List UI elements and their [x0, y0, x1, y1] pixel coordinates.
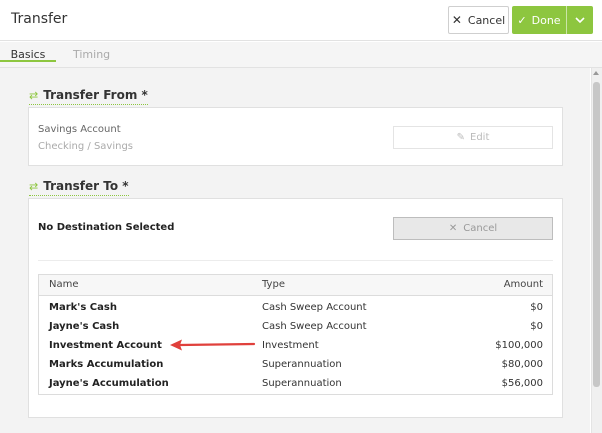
tab-timing[interactable]: Timing [73, 48, 110, 61]
cancel-button-label: Cancel [467, 13, 506, 27]
done-options-toggle[interactable] [567, 6, 593, 34]
close-icon: ✕ [448, 223, 458, 234]
transfer-from-heading: ⇄ Transfer From * [29, 88, 148, 105]
row-amount: $0 [530, 302, 543, 313]
chevron-down-icon [575, 17, 585, 23]
row-type: Cash Sweep Account [262, 321, 367, 332]
cancel-destination-label: Cancel [463, 223, 498, 234]
arrow-annotation [170, 339, 256, 351]
row-type: Superannuation [262, 378, 342, 389]
destination-accounts-table: Name Type Amount Mark's Cash Cash Sweep … [38, 274, 553, 395]
done-button-label: Done [531, 13, 561, 27]
source-account-name: Savings Account [38, 124, 121, 135]
source-account-type: Checking / Savings [38, 141, 134, 152]
row-name: Investment Account [49, 340, 162, 351]
check-icon: ✓ [517, 13, 527, 27]
divider [38, 260, 553, 261]
column-header-amount[interactable]: Amount [504, 279, 543, 290]
row-amount: $56,000 [501, 378, 543, 389]
row-type: Superannuation [262, 359, 342, 370]
table-row[interactable]: Mark's Cash Cash Sweep Account $0 [39, 298, 552, 317]
transfer-to-title: Transfer To * [43, 179, 129, 193]
row-amount: $80,000 [501, 359, 543, 370]
dialog-header: Transfer ✕ Cancel ✓ Done [0, 0, 602, 41]
tab-bar: Basics Timing [0, 42, 602, 68]
row-name: Mark's Cash [49, 302, 117, 313]
done-button-group: ✓ Done [512, 6, 593, 34]
scroll-up-arrow[interactable] [593, 71, 599, 75]
row-name: Jayne's Cash [49, 321, 120, 332]
column-header-name[interactable]: Name [49, 279, 79, 290]
row-type: Investment [262, 340, 319, 351]
cancel-button[interactable]: ✕ Cancel [448, 6, 509, 34]
tab-basics[interactable]: Basics [0, 42, 56, 62]
pencil-icon: ✎ [456, 132, 465, 143]
dialog-title: Transfer [11, 11, 68, 27]
row-type: Cash Sweep Account [262, 302, 367, 313]
row-name: Marks Accumulation [49, 359, 164, 370]
transfer-from-title: Transfer From * [43, 88, 148, 102]
transfer-icon: ⇄ [29, 179, 39, 193]
edit-source-button[interactable]: ✎ Edit [393, 126, 553, 149]
destination-status: No Destination Selected [38, 222, 175, 233]
row-name: Jayne's Accumulation [49, 378, 169, 389]
done-button[interactable]: ✓ Done [512, 6, 567, 34]
transfer-icon: ⇄ [29, 88, 39, 102]
close-icon: ✕ [451, 13, 462, 27]
column-header-type[interactable]: Type [262, 279, 285, 290]
transfer-to-heading: ⇄ Transfer To * [29, 179, 129, 196]
table-header: Name Type Amount [39, 275, 552, 296]
table-row[interactable]: Investment Account Investment $100,000 [39, 336, 552, 355]
table-row[interactable]: Jayne's Accumulation Superannuation $56,… [39, 374, 552, 393]
edit-button-label: Edit [470, 132, 490, 143]
table-row[interactable]: Marks Accumulation Superannuation $80,00… [39, 355, 552, 374]
row-amount: $0 [530, 321, 543, 332]
row-amount: $100,000 [495, 340, 543, 351]
cancel-destination-button[interactable]: ✕ Cancel [393, 217, 553, 240]
table-row[interactable]: Jayne's Cash Cash Sweep Account $0 [39, 317, 552, 336]
scrollbar-thumb[interactable] [593, 82, 600, 387]
